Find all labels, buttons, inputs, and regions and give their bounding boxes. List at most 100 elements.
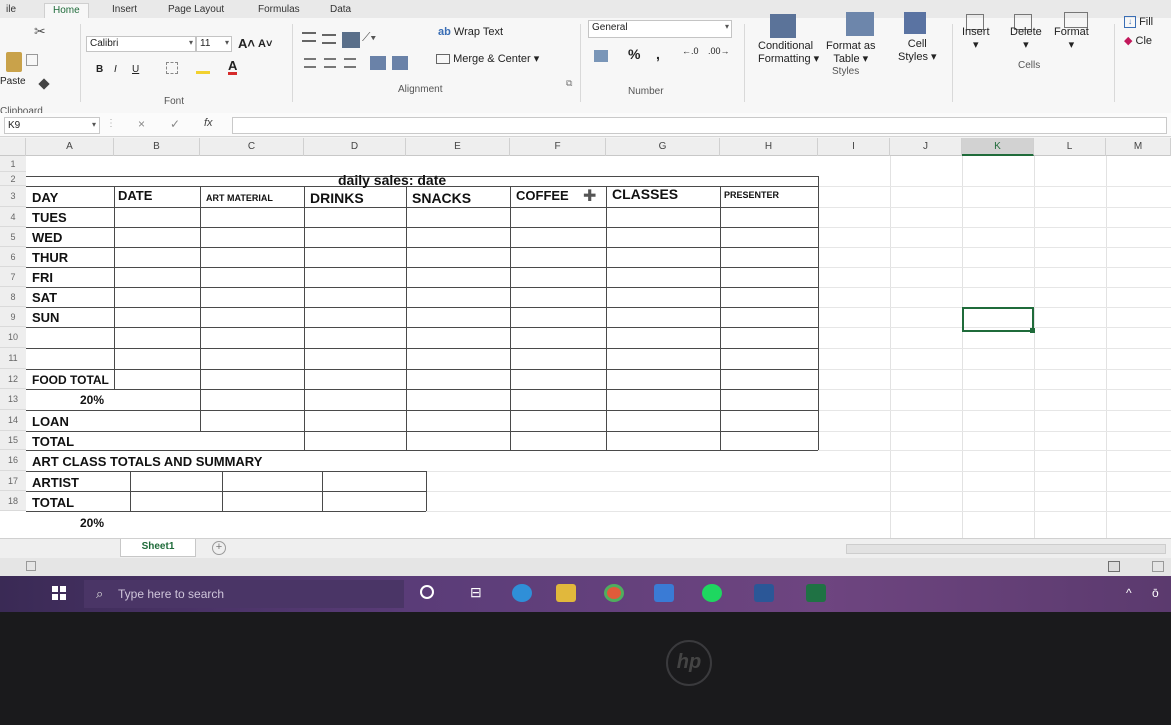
task-view-icon[interactable]: ⊟ bbox=[470, 584, 482, 601]
copy-icon[interactable] bbox=[26, 54, 38, 66]
column-header[interactable]: L bbox=[1034, 138, 1106, 156]
top-align-icon[interactable] bbox=[302, 32, 316, 42]
excel-icon[interactable] bbox=[806, 584, 826, 602]
row-header[interactable]: 3 bbox=[0, 186, 26, 207]
normal-view-icon[interactable] bbox=[1108, 561, 1120, 572]
align-left-icon[interactable] bbox=[304, 58, 316, 68]
formula-input[interactable] bbox=[232, 117, 1167, 134]
worksheet-grid[interactable]: A B C D E F G H I J K L M 1 2 3 4 5 6 7 … bbox=[0, 138, 1171, 538]
file-explorer-icon[interactable] bbox=[556, 584, 576, 602]
tab-file[interactable]: ile bbox=[0, 3, 24, 18]
windows-start-icon[interactable] bbox=[52, 586, 66, 600]
fill-button[interactable]: ↓ Fill bbox=[1124, 16, 1153, 29]
middle-align-icon[interactable] bbox=[322, 34, 336, 44]
conditional-formatting-button[interactable]: Conditional Formatting ▾ bbox=[758, 40, 819, 65]
tab-data[interactable]: Data bbox=[322, 3, 359, 18]
increase-font-icon[interactable]: A˄ bbox=[238, 36, 255, 51]
cell-styles-icon[interactable] bbox=[904, 12, 926, 34]
percent-button[interactable]: % bbox=[628, 46, 640, 62]
word-icon[interactable] bbox=[754, 584, 774, 602]
fill-color-icon[interactable] bbox=[196, 62, 210, 74]
decrease-font-icon[interactable]: A˅ bbox=[258, 38, 272, 50]
format-painter-icon[interactable] bbox=[38, 78, 50, 90]
column-header[interactable]: M bbox=[1106, 138, 1171, 156]
column-header[interactable]: H bbox=[720, 138, 818, 156]
column-header[interactable]: F bbox=[510, 138, 606, 156]
horizontal-scrollbar[interactable] bbox=[846, 544, 1166, 554]
macro-record-icon[interactable] bbox=[26, 561, 36, 571]
sheet-tab-sheet1[interactable]: Sheet1 bbox=[120, 539, 196, 557]
conditional-formatting-icon[interactable] bbox=[770, 14, 796, 38]
decrease-indent-icon[interactable] bbox=[370, 56, 386, 70]
row-header[interactable]: 14 bbox=[0, 410, 26, 431]
store-icon[interactable] bbox=[654, 584, 674, 602]
edge-icon[interactable] bbox=[512, 584, 532, 602]
page-layout-view-icon[interactable] bbox=[1152, 561, 1164, 572]
row-header[interactable]: 8 bbox=[0, 287, 26, 307]
column-header[interactable]: D bbox=[304, 138, 406, 156]
align-right-icon[interactable] bbox=[344, 58, 356, 68]
fill-handle[interactable] bbox=[1030, 328, 1035, 333]
row-header[interactable]: 17 bbox=[0, 471, 26, 491]
row-header[interactable]: 12 bbox=[0, 369, 26, 389]
cancel-icon[interactable]: × bbox=[138, 117, 145, 131]
row-header[interactable]: 7 bbox=[0, 267, 26, 287]
cut-icon[interactable]: ✂ bbox=[34, 24, 48, 38]
format-button[interactable]: Format ▾ bbox=[1054, 26, 1089, 51]
font-color-icon[interactable]: A bbox=[228, 59, 238, 75]
underline-button[interactable]: U bbox=[132, 64, 139, 75]
taskbar-search-box[interactable]: ⌕ Type here to search bbox=[84, 580, 404, 608]
column-header[interactable]: B bbox=[114, 138, 200, 156]
row-header[interactable]: 5 bbox=[0, 227, 26, 247]
tab-insert[interactable]: Insert bbox=[104, 3, 145, 18]
wrap-text-button[interactable]: ab Wrap Text bbox=[438, 26, 503, 38]
system-tray-icon[interactable]: ō bbox=[1152, 586, 1159, 600]
column-header[interactable]: E bbox=[406, 138, 510, 156]
row-header[interactable]: 18 bbox=[0, 491, 26, 511]
column-header[interactable]: J bbox=[890, 138, 962, 156]
add-sheet-button[interactable]: + bbox=[212, 541, 226, 555]
italic-button[interactable]: I bbox=[114, 64, 117, 75]
tab-home[interactable]: Home bbox=[44, 3, 89, 18]
font-size-dropdown[interactable]: 11 ▾ bbox=[196, 36, 232, 52]
row-header[interactable]: 6 bbox=[0, 247, 26, 267]
column-header[interactable]: I bbox=[818, 138, 890, 156]
insert-button[interactable]: Insert ▾ bbox=[962, 26, 990, 51]
paste-icon[interactable] bbox=[6, 52, 22, 72]
row-header[interactable]: 11 bbox=[0, 348, 26, 369]
select-all-corner[interactable] bbox=[0, 138, 26, 156]
chevron-up-icon[interactable]: ^ bbox=[1126, 586, 1132, 600]
row-header[interactable]: 9 bbox=[0, 307, 26, 327]
cortana-icon[interactable] bbox=[420, 585, 434, 599]
tab-page-layout[interactable]: Page Layout bbox=[160, 3, 232, 18]
row-header[interactable]: 16 bbox=[0, 450, 26, 471]
bottom-align-icon[interactable] bbox=[342, 32, 360, 48]
column-header-selected[interactable]: K bbox=[962, 138, 1034, 156]
column-header[interactable]: C bbox=[200, 138, 304, 156]
align-center-icon[interactable] bbox=[324, 58, 336, 68]
row-header[interactable]: 2 bbox=[0, 172, 26, 186]
insert-function-icon[interactable]: fx bbox=[204, 117, 213, 129]
name-box[interactable]: K9 ▾ bbox=[4, 117, 100, 134]
cell-styles-button[interactable]: Cell Styles ▾ bbox=[898, 38, 937, 63]
row-header[interactable]: 13 bbox=[0, 389, 26, 410]
tab-formulas[interactable]: Formulas bbox=[250, 3, 308, 18]
row-header[interactable]: 4 bbox=[0, 207, 26, 227]
chrome-icon[interactable] bbox=[604, 584, 624, 602]
column-header[interactable]: G bbox=[606, 138, 720, 156]
increase-decimal-icon[interactable]: ←.0 bbox=[682, 46, 699, 56]
spotify-icon[interactable] bbox=[702, 584, 722, 602]
merge-center-button[interactable]: Merge & Center ▾ bbox=[436, 52, 539, 65]
borders-icon[interactable] bbox=[166, 62, 178, 74]
decrease-decimal-icon[interactable]: .00→ bbox=[708, 46, 730, 56]
font-name-dropdown[interactable]: Calibri ▾ bbox=[86, 36, 196, 52]
comma-button[interactable]: , bbox=[656, 46, 660, 62]
increase-indent-icon[interactable] bbox=[392, 56, 408, 70]
bold-button[interactable]: B bbox=[96, 64, 103, 75]
selected-cell[interactable] bbox=[962, 307, 1034, 332]
row-header[interactable]: 15 bbox=[0, 431, 26, 450]
paste-button[interactable]: Paste bbox=[0, 76, 26, 87]
format-as-table-icon[interactable] bbox=[846, 12, 874, 36]
orientation-icon[interactable]: ⟋▾ bbox=[362, 30, 376, 45]
column-header[interactable]: A bbox=[26, 138, 114, 156]
